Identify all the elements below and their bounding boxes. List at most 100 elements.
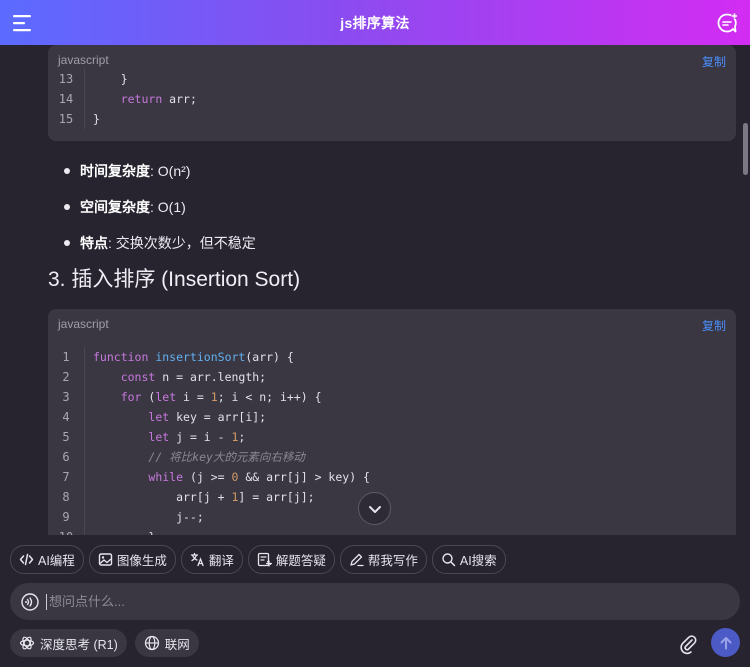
- list-item-label: 空间复杂度: [80, 199, 150, 215]
- arrow-up-icon: [720, 636, 731, 649]
- code-line: 10 }: [48, 527, 736, 535]
- code-lines: 1 function insertionSort(arr) {2 const n …: [48, 347, 736, 535]
- paperclip-icon[interactable]: [677, 633, 699, 655]
- code-text: // 将比key大的元素向右移动: [84, 447, 736, 467]
- line-number: 3: [62, 390, 70, 404]
- line-number: 7: [62, 470, 70, 484]
- code-line: 14 return arr;: [48, 89, 736, 109]
- quick-tools: AI编程 图像生成 翻译 解题答疑 帮我写作 AI搜索: [10, 545, 506, 574]
- list-item-label: 时间复杂度: [80, 163, 150, 179]
- line-number: 5: [62, 430, 70, 444]
- code-language: javascript: [58, 317, 109, 331]
- list-item: 空间复杂度 : O(1): [64, 189, 724, 225]
- tool-ai-search-button[interactable]: AI搜索: [431, 545, 506, 574]
- deep-think-label: 深度思考 (R1): [40, 637, 118, 652]
- chat-content[interactable]: javascript 复制 13 } 14 return arr; 15} 时间复杂…: [0, 45, 750, 535]
- line-number: 2: [62, 370, 70, 384]
- menu-icon[interactable]: [12, 12, 34, 34]
- line-number: 14: [58, 92, 74, 106]
- bullet-dot: [64, 168, 70, 174]
- code-text: }: [84, 69, 736, 89]
- line-number: 4: [62, 410, 70, 424]
- code-text: return arr;: [84, 89, 736, 109]
- message-input[interactable]: [46, 593, 740, 610]
- code-line: 7 while (j >= 0 && arr[j] > key) {: [48, 467, 736, 487]
- tool-label: 解题答疑: [275, 554, 326, 568]
- line-number: 15: [58, 112, 74, 126]
- tool-label: 翻译: [208, 554, 234, 568]
- code-line: 5 let j = i - 1;: [48, 427, 736, 447]
- page-title: js排序算法: [340, 14, 410, 31]
- code-language: javascript: [58, 53, 109, 67]
- code-text: }: [84, 527, 736, 535]
- web-search-label: 联网: [164, 637, 190, 652]
- code-block: javascript 复制 1 function insertionSort(ar…: [48, 309, 736, 535]
- composer-options: 深度思考 (R1) 联网: [10, 629, 199, 657]
- list-item-text: : 交换次数少，但不稳定: [108, 235, 256, 251]
- code-text: let key = arr[i];: [84, 407, 736, 427]
- list-item: 特点 : 交换次数少，但不稳定: [64, 225, 724, 261]
- translate-icon: [190, 552, 204, 567]
- code-line: 8 arr[j + 1] = arr[j];: [48, 487, 736, 507]
- section-heading: 3. 插入排序 (Insertion Sort): [48, 268, 301, 291]
- code-text: while (j >= 0 && arr[j] > key) {: [84, 467, 736, 487]
- deep-think-toggle[interactable]: 深度思考 (R1): [10, 629, 127, 657]
- code-line: 1 function insertionSort(arr) {: [48, 347, 736, 367]
- tool-label: 帮我写作: [367, 554, 418, 568]
- code-line: 15}: [48, 109, 736, 129]
- search-icon: [442, 553, 456, 567]
- tool-writing-button[interactable]: 帮我写作: [339, 545, 427, 574]
- code-text: let j = i - 1;: [84, 427, 736, 447]
- tool-ai-coding-button[interactable]: AI编程: [10, 545, 84, 574]
- voice-input-icon[interactable]: [20, 592, 40, 612]
- list-item: 时间复杂度 : O(n²): [64, 153, 724, 189]
- code-line: 3 for (let i = 1; i < n; i++) {: [48, 387, 736, 407]
- globe-icon: [144, 635, 159, 651]
- code-text: j--;: [84, 507, 736, 527]
- code-line: 6 // 将比key大的元素向右移动: [48, 447, 736, 467]
- code-text: for (let i = 1; i < n; i++) {: [84, 387, 736, 407]
- copy-code-button[interactable]: 复制: [702, 317, 726, 334]
- image-icon: [98, 553, 113, 566]
- list-item-label: 特点: [80, 235, 108, 251]
- list-item-text: : O(n²): [150, 163, 191, 179]
- line-number: 6: [62, 450, 70, 464]
- line-number: 1: [62, 350, 70, 364]
- tool-image-gen-button[interactable]: 图像生成: [88, 545, 176, 574]
- code-line: 4 let key = arr[i];: [48, 407, 736, 427]
- line-number: 13: [58, 72, 74, 86]
- tool-label: AI搜索: [459, 554, 497, 568]
- send-button[interactable]: [711, 628, 740, 657]
- tool-solve-button[interactable]: 解题答疑: [247, 545, 335, 574]
- line-number: 8: [62, 490, 70, 504]
- new-chat-icon[interactable]: [716, 12, 738, 34]
- code-line: 2 const n = arr.length;: [48, 367, 736, 387]
- line-number: 9: [62, 510, 70, 524]
- tool-label: 图像生成: [116, 554, 167, 568]
- composer-panel: AI编程 图像生成 翻译 解题答疑 帮我写作 AI搜索 想问点什么... 深度思…: [0, 535, 750, 667]
- code-text: arr[j + 1] = arr[j];: [84, 487, 736, 507]
- tool-label: AI编程: [38, 554, 75, 568]
- bullet-dot: [64, 204, 70, 210]
- code-line: 13 }: [48, 69, 736, 89]
- code-line: 9 j--;: [48, 507, 736, 527]
- bullet-dot: [64, 240, 70, 246]
- copy-code-button[interactable]: 复制: [702, 53, 726, 70]
- scroll-to-bottom-button[interactable]: [358, 492, 391, 525]
- code-icon: [19, 553, 34, 566]
- code-text: }: [84, 109, 736, 129]
- list-item-text: : O(1): [150, 199, 186, 215]
- code-block: javascript 复制 13 } 14 return arr; 15}: [48, 45, 736, 141]
- deep-think-icon: [19, 636, 35, 650]
- web-search-toggle[interactable]: 联网: [134, 629, 199, 657]
- message-input-box: [10, 583, 740, 620]
- code-text: function insertionSort(arr) {: [84, 347, 736, 367]
- solve-icon: [257, 552, 272, 567]
- scrollbar-thumb[interactable]: [743, 123, 748, 175]
- code-text: const n = arr.length;: [84, 367, 736, 387]
- tool-translate-button[interactable]: 翻译: [180, 545, 243, 574]
- code-lines: 13 } 14 return arr; 15}: [48, 69, 736, 129]
- feature-list: 时间复杂度 : O(n²) 空间复杂度 : O(1) 特点 : 交换次数少，但不…: [64, 153, 724, 261]
- app-header: js排序算法: [0, 0, 750, 45]
- chevron-down-icon: [368, 505, 381, 513]
